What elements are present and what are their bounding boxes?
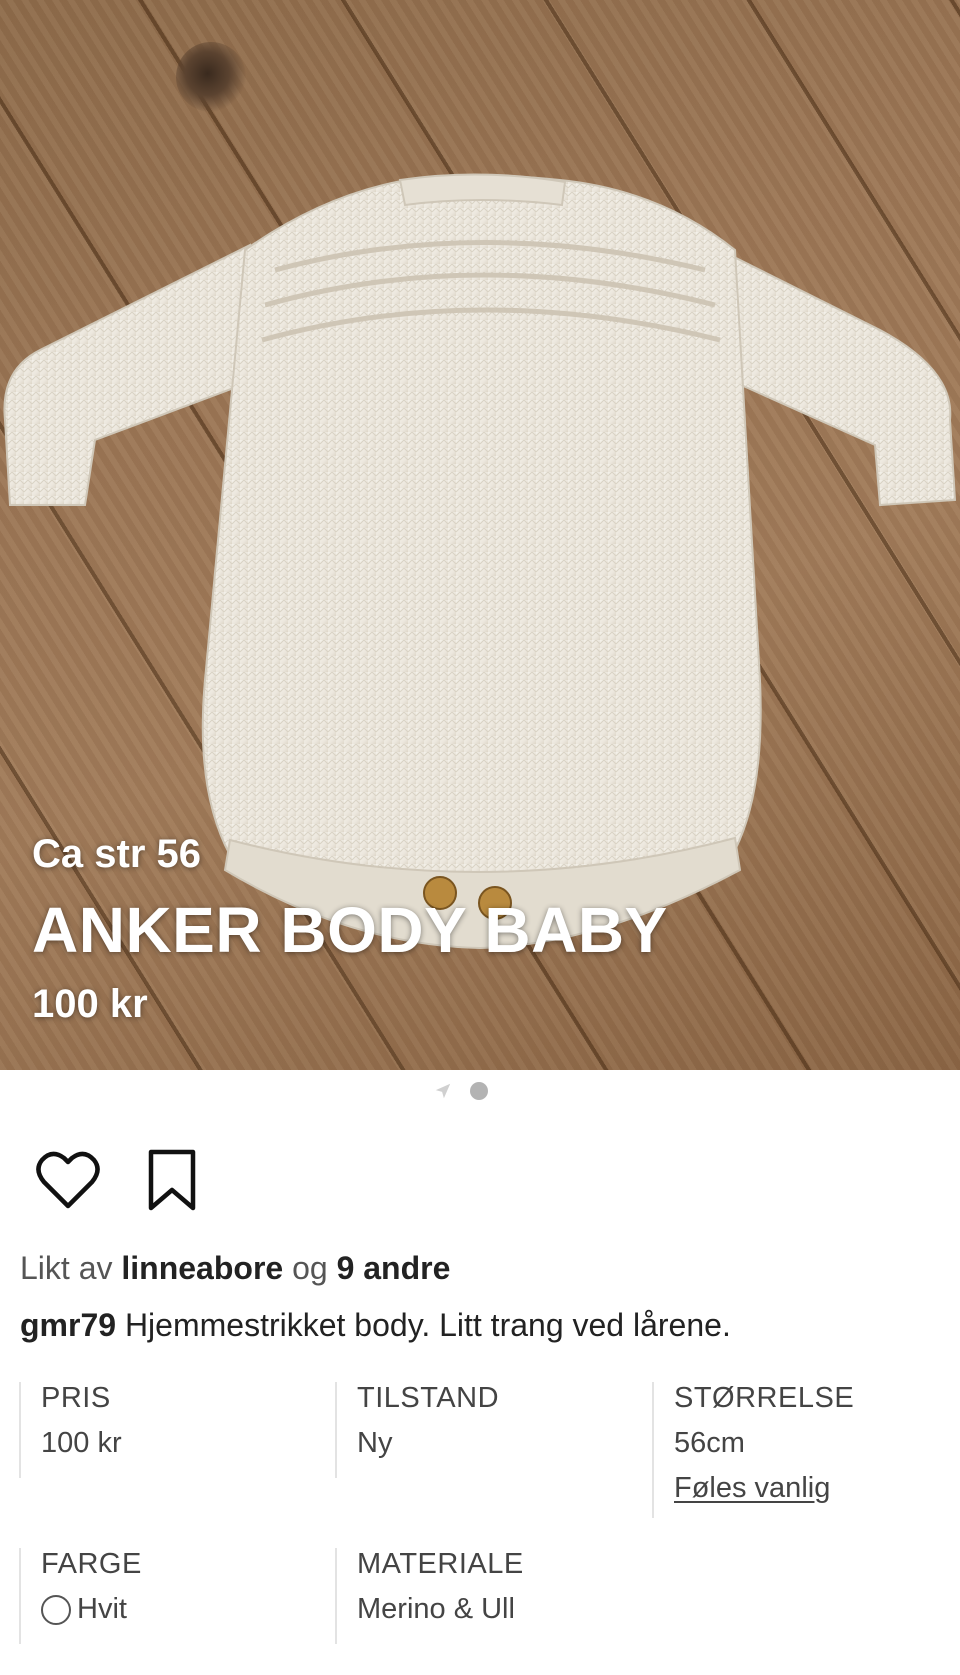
pager-dot-active[interactable] [470,1082,488,1100]
attribute-condition: TILSTAND Ny [335,1382,499,1478]
location-arrow-icon [435,1083,451,1099]
product-size-subtitle: Ca str 56 [32,832,201,876]
heart-icon[interactable] [36,1150,100,1210]
product-price: 100 kr [32,982,148,1026]
size-fit-link[interactable]: Føles vanlig [674,1472,854,1505]
likes-summary: Likt av linneabore og 9 andre [20,1250,450,1287]
product-title: ANKER BODY BABY [32,894,668,966]
image-pager [434,1082,488,1100]
attribute-color-value: Hvit [41,1593,142,1626]
attribute-material-label: MATERIALE [357,1548,524,1580]
attribute-color-text: Hvit [77,1593,127,1625]
likes-connector: og [292,1250,328,1286]
seller-username-link[interactable]: gmr79 [20,1307,116,1343]
liked-by-others-link[interactable]: 9 andre [337,1250,451,1286]
attribute-color-label: FARGE [41,1548,142,1580]
attribute-color: FARGE Hvit [19,1548,142,1644]
likes-prefix: Likt av [20,1250,113,1286]
attribute-condition-label: TILSTAND [357,1382,500,1414]
attribute-material: MATERIALE Merino & Ull [335,1548,524,1644]
attribute-price-value: 100 kr [41,1427,122,1459]
attribute-price-label: PRIS [41,1382,111,1414]
post-caption: gmr79 Hjemmestrikket body. Litt trang ve… [20,1307,731,1344]
color-swatch-icon [41,1594,71,1625]
attribute-size-value: 56cm [674,1427,745,1459]
attribute-price: PRIS 100 kr [19,1382,122,1478]
attribute-size-label: STØRRELSE [674,1382,855,1414]
product-image[interactable]: Ca str 56 ANKER BODY BABY 100 kr [0,0,960,1070]
attribute-size: STØRRELSE 56cm Føles vanlig [652,1382,854,1518]
caption-text: Hjemmestrikket body. Litt trang ved låre… [124,1307,731,1343]
attribute-material-value: Merino & Ull [357,1593,515,1625]
liked-by-user-link[interactable]: linneabore [121,1250,283,1286]
attribute-condition-value: Ny [357,1427,393,1459]
bookmark-icon[interactable] [146,1148,198,1212]
